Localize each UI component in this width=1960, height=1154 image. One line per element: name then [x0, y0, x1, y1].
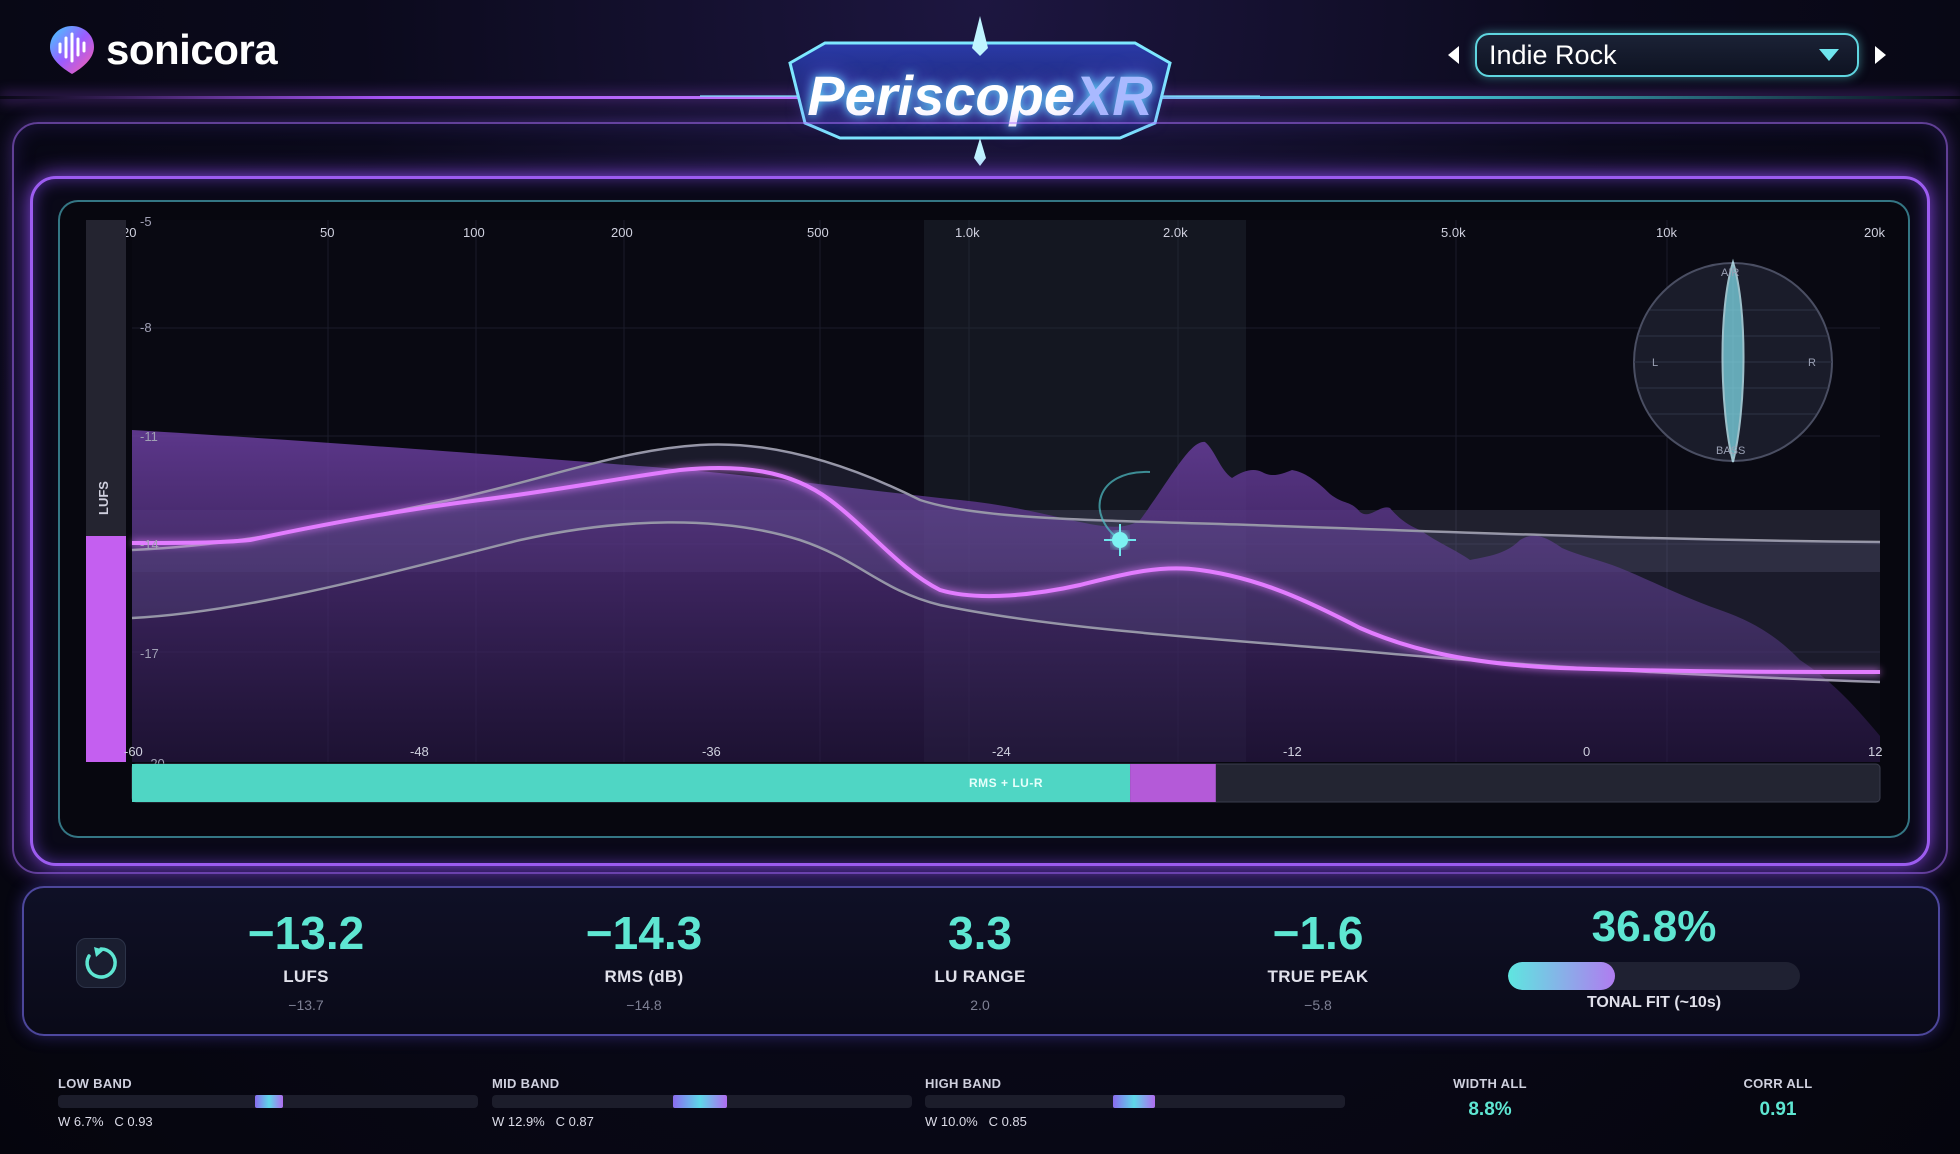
- width-all-value: 8.8%: [1468, 1099, 1512, 1120]
- band-mid-marker: [672, 1095, 728, 1108]
- plugin-name: PeriscopeXR: [795, 63, 1165, 128]
- band-mid: MID BAND W 12.9% C 0.87: [492, 1076, 912, 1129]
- band-low-marker: [255, 1095, 284, 1108]
- stat-lu-range-sub: 2.0: [970, 997, 990, 1013]
- meter-bar-label: RMS + LU-R: [969, 776, 1043, 790]
- tonal-fit: 36.8% TONAL FIT (~10s): [1508, 900, 1800, 1012]
- header: sonicora PeriscopeXR Indie Rock: [0, 0, 1960, 166]
- tonal-fit-value: 36.8%: [1591, 902, 1717, 951]
- tonal-fit-bar: [1508, 962, 1800, 990]
- band-high: HIGH BAND W 10.0% C 0.85: [925, 1076, 1345, 1129]
- stat-true-peak-sub: −5.8: [1304, 997, 1332, 1013]
- tonal-fit-label: TONAL FIT (~10s): [1586, 994, 1722, 1011]
- stat-lu-range: 3.3 LU RANGE 2.0: [870, 905, 1090, 1013]
- preset-value: Indie Rock: [1489, 39, 1617, 70]
- width-all-label: WIDTH ALL: [1453, 1076, 1527, 1091]
- preset-selector: Indie Rock: [1448, 30, 1908, 80]
- brand: sonicora: [48, 22, 278, 78]
- summary-corr-all: CORR ALL 0.91: [1698, 1076, 1858, 1121]
- band-low-track: [58, 1095, 478, 1108]
- stat-lufs-sub: −13.7: [288, 997, 324, 1013]
- band-low-title: LOW BAND: [58, 1076, 132, 1091]
- chevron-down-icon: [1819, 49, 1839, 61]
- stat-true-peak: −1.6 TRUE PEAK −5.8: [1208, 905, 1428, 1013]
- lufs-axis-label: LUFS: [96, 481, 111, 515]
- band-mid-title: MID BAND: [492, 1076, 560, 1091]
- preset-dropdown[interactable]: Indie Rock: [1475, 33, 1859, 77]
- plugin-name-main: Periscope: [807, 64, 1075, 127]
- band-low: LOW BAND W 6.7% C 0.93: [58, 1076, 478, 1129]
- stat-lu-range-value: 3.3: [948, 907, 1012, 959]
- band-high-marker: [1112, 1095, 1155, 1108]
- stat-lu-range-label: LU RANGE: [934, 967, 1026, 986]
- refresh-icon: [85, 947, 117, 979]
- summary-width-all: WIDTH ALL 8.8%: [1410, 1076, 1570, 1121]
- waveform-pin-icon: [50, 26, 94, 74]
- stat-lufs-value: −13.2: [247, 907, 365, 959]
- corr-all-value: 0.91: [1759, 1099, 1797, 1120]
- brand-name: sonicora: [106, 26, 278, 73]
- plugin-name-suffix: XR: [1074, 64, 1153, 127]
- triangle-left-icon[interactable]: [1448, 46, 1459, 64]
- band-mid-meta: W 12.9% C 0.87: [492, 1114, 594, 1129]
- band-high-track: [925, 1095, 1345, 1108]
- stat-lufs-label: LUFS: [283, 967, 329, 986]
- stat-true-peak-value: −1.6: [1272, 907, 1364, 959]
- band-low-meta: W 6.7% C 0.93: [58, 1114, 153, 1129]
- triangle-right-icon[interactable]: [1875, 46, 1886, 64]
- spectrum-plot-frame: [58, 200, 1910, 838]
- stat-lufs: −13.2 LUFS −13.7: [196, 905, 416, 1013]
- corr-all-label: CORR ALL: [1743, 1076, 1813, 1091]
- band-high-meta: W 10.0% C 0.85: [925, 1114, 1027, 1129]
- stat-rms-sub: −14.8: [626, 997, 662, 1013]
- stat-rms: −14.3 RMS (dB) −14.8: [534, 905, 754, 1013]
- stat-rms-value: −14.3: [585, 907, 703, 959]
- stat-rms-label: RMS (dB): [604, 967, 684, 986]
- tonal-fit-fill: [1508, 962, 1616, 990]
- reset-button[interactable]: [76, 938, 126, 988]
- stat-true-peak-label: TRUE PEAK: [1267, 967, 1369, 986]
- band-mid-track: [492, 1095, 912, 1108]
- band-high-title: HIGH BAND: [925, 1076, 1002, 1091]
